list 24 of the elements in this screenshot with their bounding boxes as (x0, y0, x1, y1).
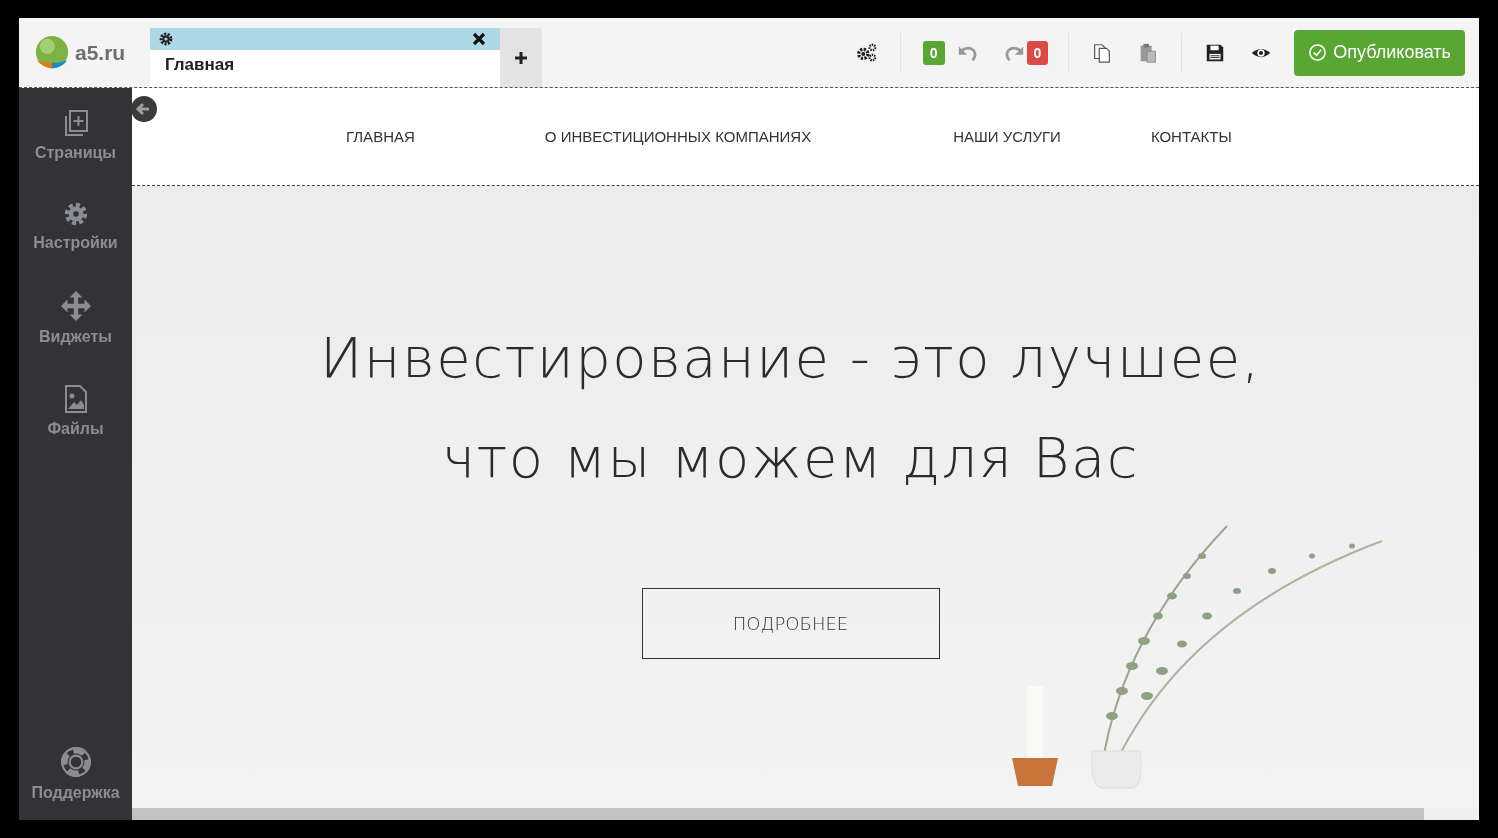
move-arrows-icon (59, 290, 92, 322)
sidebar-item[interactable]: Страницы (19, 108, 132, 162)
lifebuoy-icon (59, 746, 92, 778)
nav-link[interactable]: ГЛАВНАЯ (346, 128, 415, 145)
nav-link[interactable]: НАШИ УСЛУГИ (953, 128, 1061, 145)
undo-count-badge: 0 (922, 40, 945, 65)
close-icon[interactable] (472, 32, 486, 46)
hero-heading: Инвестирование - это лучшее, (320, 324, 1261, 392)
logo-text: a5.ru (75, 40, 126, 65)
nav-link[interactable]: КОНТАКТЫ (1150, 128, 1232, 145)
hero-heading: что мы можем для Вас (441, 424, 1140, 492)
sidebar-item[interactable]: Виджеты (19, 290, 132, 346)
more-button[interactable]: ПОДРОБНЕЕ (641, 588, 940, 659)
horizontal-scrollbar[interactable] (132, 808, 1424, 820)
sidebar-item[interactable]: Настройки (19, 200, 132, 252)
sidebar-item[interactable]: Файлы (19, 384, 132, 438)
nav-link[interactable]: О ИНВЕСТИЦИОННЫХ КОМПАНИЯХ (544, 128, 812, 145)
redo-count-badge: 0 (1026, 40, 1049, 65)
add-page-button[interactable] (500, 28, 542, 87)
check-circle-icon (1308, 43, 1328, 62)
page-tab[interactable]: Главная (150, 28, 500, 87)
plus-icon (513, 49, 529, 66)
support-item[interactable]: Поддержка (19, 746, 132, 802)
settings-icon[interactable] (158, 31, 174, 47)
